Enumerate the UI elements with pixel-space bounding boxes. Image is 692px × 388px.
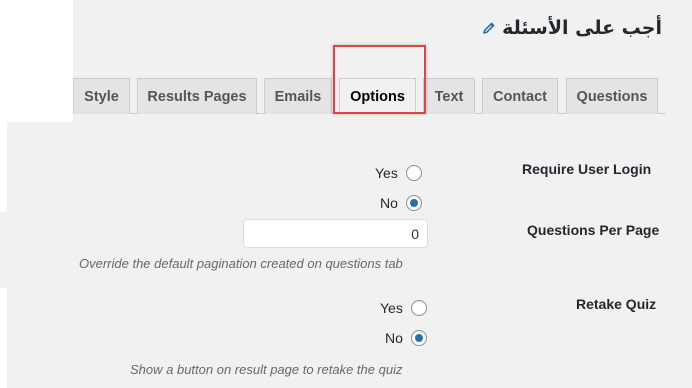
questions-per-page-label: Questions Per Page bbox=[527, 222, 660, 238]
radio-label-yes: Yes bbox=[380, 300, 403, 316]
radio-button-checked[interactable] bbox=[410, 330, 427, 346]
tab-emails[interactable]: Emails bbox=[264, 78, 332, 114]
radio-label-yes: Yes bbox=[375, 165, 398, 181]
radio-label-no: No bbox=[380, 195, 398, 211]
require-login-label: Require User Login bbox=[522, 161, 652, 177]
radio-button[interactable] bbox=[405, 165, 422, 181]
questions-per-page-input[interactable] bbox=[243, 219, 428, 248]
retake-quiz-label: Retake Quiz bbox=[576, 296, 657, 312]
page-title: أجب على الأسئلة bbox=[502, 17, 662, 39]
require-login-no-option[interactable]: No bbox=[380, 195, 422, 211]
retake-quiz-no-option[interactable]: No bbox=[385, 330, 427, 346]
require-login-yes-option[interactable]: Yes bbox=[375, 165, 422, 181]
radio-label-no: No bbox=[385, 330, 403, 346]
tab-questions[interactable]: Questions bbox=[566, 78, 658, 114]
pencil-icon[interactable] bbox=[482, 21, 496, 35]
tab-text[interactable]: Text bbox=[423, 78, 475, 114]
tab-style[interactable]: Style bbox=[73, 78, 130, 114]
radio-button-checked[interactable] bbox=[405, 195, 422, 211]
tab-results-pages[interactable]: Results Pages bbox=[137, 78, 257, 114]
page-header: أجب على الأسئلة bbox=[482, 17, 662, 39]
radio-button[interactable] bbox=[410, 300, 427, 316]
tab-contact[interactable]: Contact bbox=[482, 78, 558, 114]
questions-per-page-description: Override the default pagination created … bbox=[79, 256, 403, 271]
retake-quiz-yes-option[interactable]: Yes bbox=[380, 300, 427, 316]
tab-options[interactable]: Options bbox=[339, 78, 416, 115]
retake-quiz-description: Show a button on result page to retake t… bbox=[130, 362, 403, 377]
